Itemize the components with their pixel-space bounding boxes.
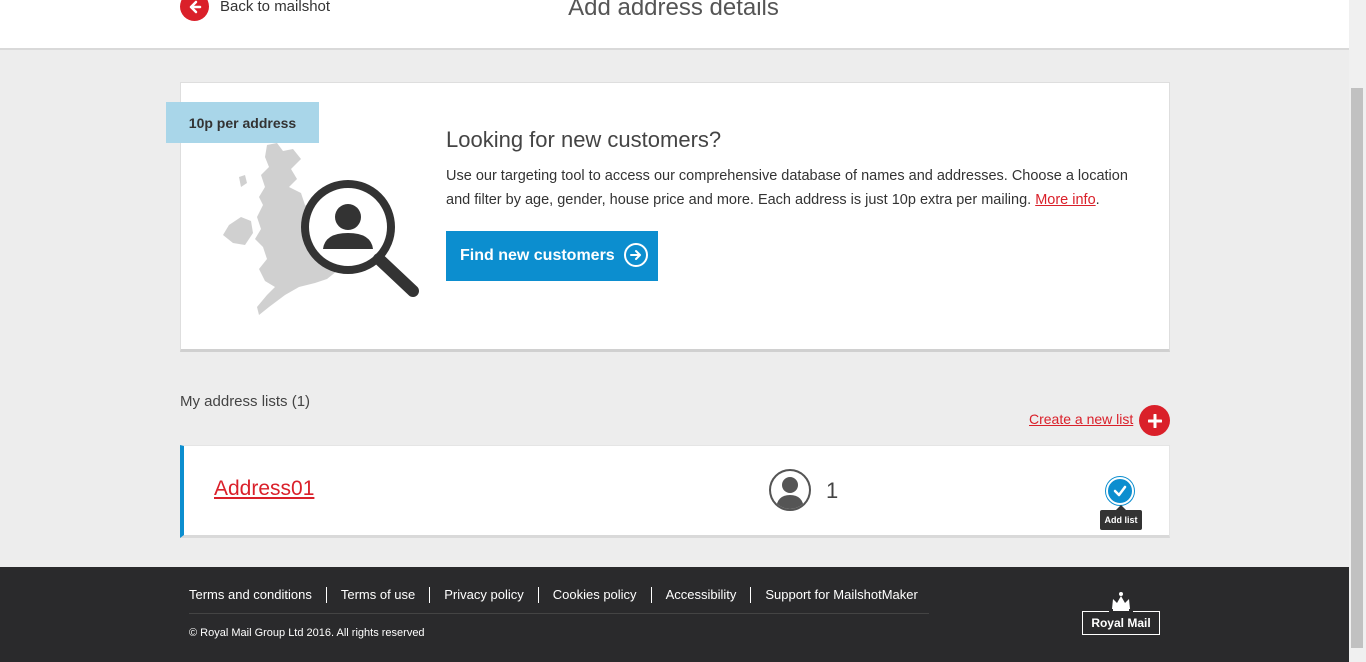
footer: Terms and conditions Terms of use Privac… bbox=[0, 567, 1349, 662]
scrollbar[interactable] bbox=[1349, 0, 1366, 662]
uk-map-magnifier-icon bbox=[223, 143, 419, 315]
footer-link-terms-of-use[interactable]: Terms of use bbox=[325, 587, 429, 603]
arrow-right-icon bbox=[624, 243, 648, 267]
address-list-row: Address01 1 Add list bbox=[180, 445, 1170, 538]
page-title: Add address details bbox=[568, 0, 779, 21]
add-list-tooltip: Add list bbox=[1100, 505, 1142, 530]
header: Back to mailshot Add address details bbox=[0, 0, 1349, 50]
royal-mail-logo[interactable]: Royal Mail bbox=[1082, 591, 1160, 639]
checkmark-icon[interactable] bbox=[1106, 477, 1134, 505]
footer-divider bbox=[189, 613, 929, 614]
footer-link-cookies-policy[interactable]: Cookies policy bbox=[537, 587, 651, 603]
add-list-plus-icon[interactable] bbox=[1139, 405, 1170, 436]
royal-mail-logo-text: Royal Mail bbox=[1082, 611, 1160, 635]
price-tag: 10p per address bbox=[166, 102, 319, 143]
find-customers-panel: 10p per address Looking for new customer… bbox=[166, 82, 1170, 352]
address-count: 1 bbox=[826, 478, 839, 503]
crown-icon bbox=[1109, 591, 1133, 613]
address-list-name-link[interactable]: Address01 bbox=[214, 477, 314, 501]
footer-link-terms-and-conditions[interactable]: Terms and conditions bbox=[189, 587, 326, 603]
more-info-link[interactable]: More info bbox=[1035, 192, 1095, 208]
footer-link-accessibility[interactable]: Accessibility bbox=[650, 587, 751, 603]
promo-text: Use our targeting tool to access our com… bbox=[446, 168, 1128, 208]
footer-links: Terms and conditions Terms of use Privac… bbox=[189, 587, 932, 603]
user-avatar-icon bbox=[769, 469, 811, 511]
footer-link-support[interactable]: Support for MailshotMaker bbox=[750, 587, 931, 603]
find-new-customers-button[interactable]: Find new customers bbox=[446, 231, 658, 281]
scrollbar-thumb[interactable] bbox=[1351, 88, 1363, 648]
find-new-customers-label: Find new customers bbox=[460, 247, 615, 264]
promo-description: Use our targeting tool to access our com… bbox=[446, 168, 1128, 208]
address-lists-heading: My address lists (1) bbox=[180, 393, 311, 410]
copyright: © Royal Mail Group Ltd 2016. All rights … bbox=[189, 627, 425, 639]
create-new-list-link[interactable]: Create a new list bbox=[1029, 411, 1133, 427]
footer-link-privacy-policy[interactable]: Privacy policy bbox=[429, 587, 537, 603]
promo-heading: Looking for new customers? bbox=[446, 127, 722, 152]
